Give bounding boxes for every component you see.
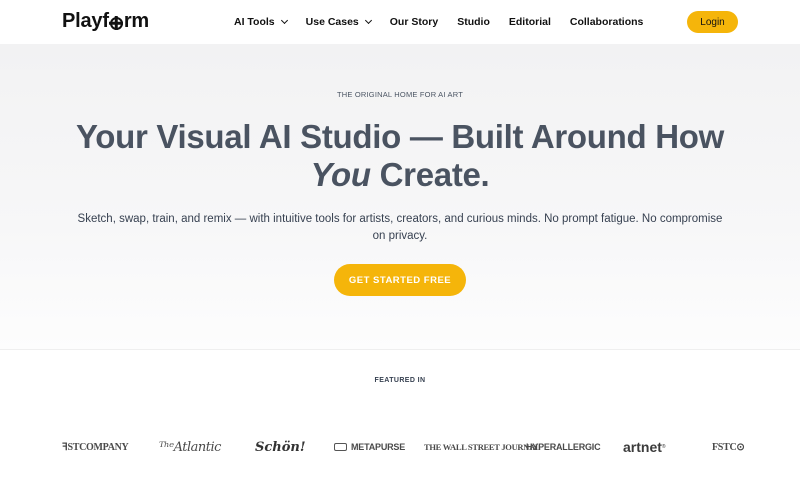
nav-collaborations-label: Collaborations — [569, 16, 644, 28]
headline-line-1: Your Visual AI Studio — Built Around How — [76, 118, 724, 155]
featured-in-label: FEATURED IN — [374, 377, 426, 384]
get-started-button[interactable]: GET STARTED FREE — [334, 264, 466, 296]
fast-company-partial-text: FSTC⊙ — [712, 441, 745, 453]
schon-logo-text: Schön! — [255, 439, 306, 455]
chevron-down-icon — [364, 16, 372, 25]
login-button[interactable]: Login — [687, 11, 738, 33]
nav-ai-tools[interactable]: AI Tools — [234, 16, 288, 28]
fast-company-logo-partial[interactable]: FSTC⊙ — [712, 437, 745, 457]
nav-use-cases-label: Use Cases — [305, 16, 359, 28]
logo-text-start: Playf — [62, 10, 109, 32]
hyperallergic-logo[interactable]: HYPERALLERGIC — [526, 437, 601, 457]
fast-company-logo[interactable]: ꟻSTCOMPANY — [62, 437, 129, 457]
nav-studio[interactable]: Studio — [457, 16, 490, 28]
chevron-down-icon — [280, 16, 288, 25]
logo-crosshair-icon — [109, 16, 123, 30]
nav-use-cases[interactable]: Use Cases — [305, 16, 372, 28]
nav-editorial-label: Editorial — [508, 16, 551, 28]
nav-our-story[interactable]: Our Story — [390, 16, 438, 28]
hero-headline: Your Visual AI Studio — Built Around How… — [40, 118, 760, 194]
wall-street-journal-logo[interactable]: THE WALL STREET JOURNAL — [424, 437, 541, 457]
hero-section: THE ORIGINAL HOME FOR AI ART Your Visual… — [0, 44, 800, 349]
nav-studio-label: Studio — [457, 16, 490, 28]
logo-text-end: rm — [123, 10, 149, 32]
artnet-logo-text: artnet — [623, 439, 662, 455]
section-divider — [0, 349, 800, 350]
hyperallergic-logo-text: HYPERALLERGIC — [526, 442, 601, 452]
nav-editorial[interactable]: Editorial — [509, 16, 551, 28]
fast-company-logo-text: ꟻSTCOMPANY — [62, 441, 129, 453]
headline-line-2: Create. — [370, 156, 490, 193]
wsj-logo-text: THE WALL STREET JOURNAL — [424, 442, 541, 452]
main-nav: AI Tools Use Cases Our Story Studio Edit… — [234, 0, 662, 44]
artnet-registered-mark: ® — [661, 444, 666, 450]
playform-logo[interactable]: Playf rm — [62, 10, 149, 33]
the-atlantic-logo[interactable]: ᵀʰᵉAtlantic — [159, 437, 221, 457]
artnet-logo[interactable]: artnet ® — [623, 437, 666, 457]
hero-eyebrow: THE ORIGINAL HOME FOR AI ART — [336, 90, 464, 99]
nav-our-story-label: Our Story — [389, 16, 439, 28]
metapurse-logo[interactable]: METAPURSE — [334, 437, 405, 457]
the-atlantic-logo-text: ᵀʰᵉAtlantic — [159, 439, 221, 455]
hero-subhead: Sketch, swap, train, and remix — with in… — [77, 213, 723, 242]
headline-emphasis: You — [310, 156, 372, 193]
site-header: Playf rm AI Tools Use Cases Our Story Stu… — [0, 0, 800, 44]
metapurse-mark-icon — [334, 443, 347, 451]
nav-collaborations[interactable]: Collaborations — [570, 16, 644, 28]
schon-logo[interactable]: Schön! — [255, 437, 306, 457]
nav-ai-tools-label: AI Tools — [234, 16, 275, 28]
metapurse-logo-text: METAPURSE — [351, 442, 406, 452]
